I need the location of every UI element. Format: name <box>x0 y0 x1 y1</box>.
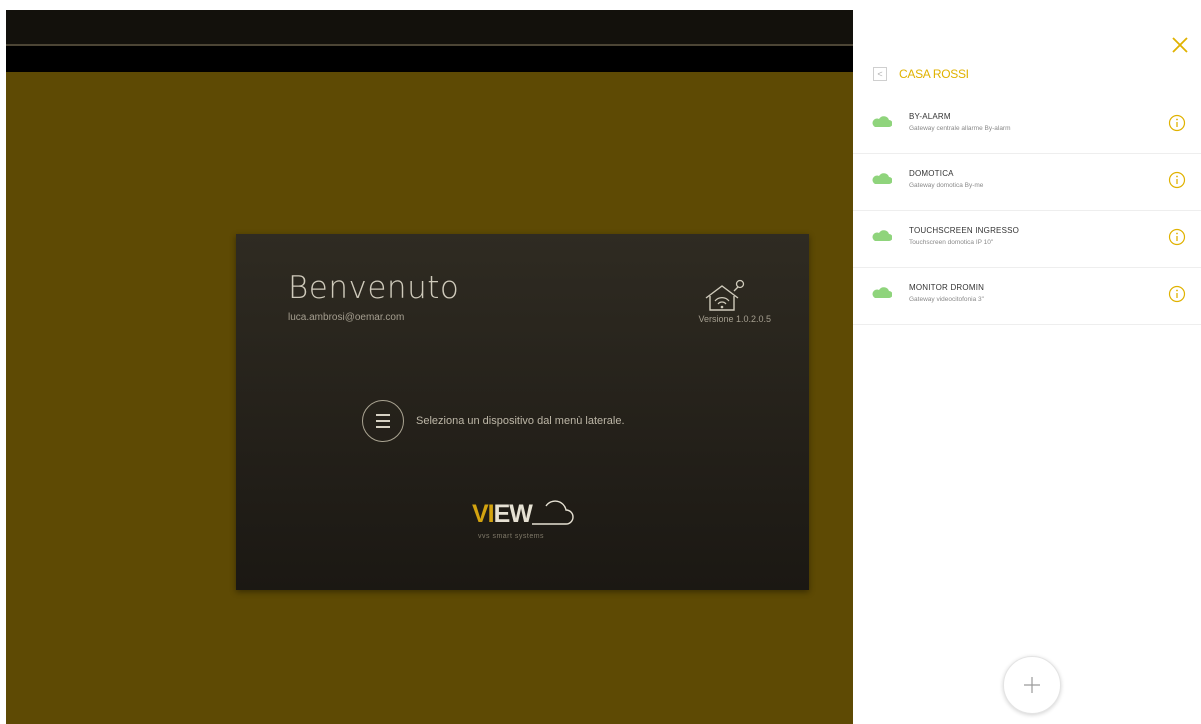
version-label: Versione 1.0.2.0.5 <box>698 314 771 324</box>
view-logo: VIEW vvs smart systems <box>472 496 592 544</box>
cloud-online-icon <box>872 116 892 127</box>
device-description: Gateway videocitofonia 3" <box>909 296 984 303</box>
device-row-domotica[interactable]: DOMOTICA Gateway domotica By-me <box>853 154 1201 211</box>
device-description: Gateway centrale allarme By-alarm <box>909 125 1011 132</box>
top-strip <box>0 0 853 10</box>
cloud-online-icon <box>872 287 892 298</box>
menu-hint-text: Seleziona un dispositivo dal menù latera… <box>416 415 625 427</box>
top-bar <box>6 10 853 44</box>
logo-tagline: vvs smart systems <box>478 533 545 540</box>
hamburger-menu-icon[interactable] <box>362 400 404 442</box>
logo-vi: VI <box>472 500 495 528</box>
menu-hint: Seleziona un dispositivo dal menù latera… <box>362 400 625 442</box>
device-list: BY-ALARM Gateway centrale allarme By-ala… <box>853 97 1201 325</box>
device-name: MONITOR DROMIN <box>909 283 985 292</box>
house-wifi-icon <box>705 279 745 311</box>
info-icon[interactable] <box>1168 114 1186 132</box>
welcome-card: Benvenuto luca.ambrosi@oemar.com Version… <box>236 234 809 590</box>
top-sub-bar <box>6 46 853 72</box>
device-side-panel: < CASA ROSSI BY-ALARM Gateway centrale a… <box>853 0 1201 724</box>
cloud-online-icon <box>872 173 892 184</box>
welcome-title: Benvenuto <box>288 270 460 306</box>
left-edge <box>0 0 6 724</box>
app-background: Benvenuto luca.ambrosi@oemar.com Version… <box>0 0 853 724</box>
user-email: luca.ambrosi@oemar.com <box>288 312 405 323</box>
logo-cloud-icon <box>532 500 574 525</box>
logo-ew: EW <box>493 500 533 528</box>
info-icon[interactable] <box>1168 171 1186 189</box>
device-row-by-alarm[interactable]: BY-ALARM Gateway centrale allarme By-ala… <box>853 97 1201 154</box>
device-row-monitor-dromin[interactable]: MONITOR DROMIN Gateway videocitofonia 3" <box>853 268 1201 325</box>
add-device-button[interactable] <box>1003 656 1061 714</box>
site-title: CASA ROSSI <box>899 67 969 81</box>
device-name: TOUCHSCREEN INGRESSO <box>909 226 1020 235</box>
device-row-touchscreen-ingresso[interactable]: TOUCHSCREEN INGRESSO Touchscreen domotic… <box>853 211 1201 268</box>
device-description: Gateway domotica By-me <box>909 182 984 189</box>
device-name: BY-ALARM <box>909 112 951 121</box>
info-icon[interactable] <box>1168 228 1186 246</box>
back-button[interactable]: < <box>873 67 887 81</box>
cloud-online-icon <box>872 230 892 241</box>
plus-icon <box>1024 677 1040 693</box>
device-name: DOMOTICA <box>909 169 954 178</box>
logo-wordmark: VIEW <box>472 500 533 529</box>
info-icon[interactable] <box>1168 285 1186 303</box>
close-icon[interactable] <box>1171 36 1189 54</box>
device-description: Touchscreen domotica IP 10" <box>909 239 994 246</box>
